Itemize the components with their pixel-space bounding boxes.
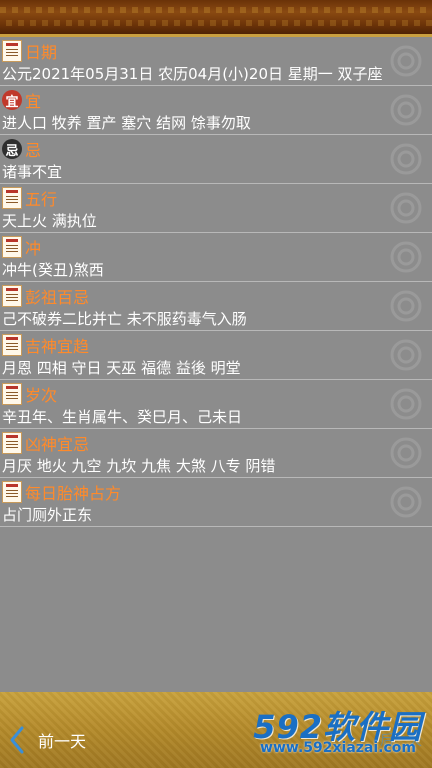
row-title: 彭祖百忌 — [25, 288, 90, 307]
cloud-pattern-icon — [390, 94, 422, 126]
list-item-date: 日期 公元2021年05月31日 农历04月(小)20日 星期一 双子座 — [0, 37, 432, 86]
list-item-xiongshen: 凶神宜忌 月厌 地火 九空 九坎 九焦 大煞 八专 阴错 — [0, 429, 432, 478]
list-item-suici: 岁次 辛丑年、生肖属牛、癸巳月、己未日 — [0, 380, 432, 429]
list-item-chong: 冲 冲牛(癸丑)煞西 — [0, 233, 432, 282]
book-icon — [2, 285, 22, 307]
list-item-taishen: 每日胎神占方 占门厕外正东 — [0, 478, 432, 527]
list-item-wuxing: 五行 天上火 满执位 — [0, 184, 432, 233]
row-title: 宜 — [25, 92, 42, 111]
prev-day-button[interactable]: 前一天 — [8, 722, 86, 758]
cloud-pattern-icon — [390, 241, 422, 273]
top-banner — [0, 0, 432, 37]
list-item-ji: 忌 忌 诸事不宜 — [0, 135, 432, 184]
book-icon — [2, 481, 22, 503]
row-content: 己不破券二比并亡 未不服药毒气入肠 — [2, 310, 247, 328]
row-title: 忌 — [25, 141, 42, 160]
list-item-jishen: 吉神宜趋 月恩 四相 守日 天巫 福德 益後 明堂 — [0, 331, 432, 380]
cloud-pattern-icon — [390, 339, 422, 371]
row-title: 日期 — [25, 43, 58, 62]
book-icon — [2, 40, 22, 62]
yi-icon: 宜 — [2, 90, 22, 110]
row-title: 凶神宜忌 — [25, 435, 90, 454]
row-title: 岁次 — [25, 386, 58, 405]
book-icon — [2, 187, 22, 209]
row-content: 冲牛(癸丑)煞西 — [2, 261, 104, 279]
cloud-pattern-icon — [390, 437, 422, 469]
book-icon — [2, 334, 22, 356]
row-title: 五行 — [25, 190, 58, 209]
row-content: 诸事不宜 — [2, 163, 63, 181]
cloud-pattern-icon — [390, 143, 422, 175]
row-content: 进人口 牧养 置产 塞穴 结网 馀事勿取 — [2, 114, 251, 132]
row-content: 辛丑年、生肖属牛、癸巳月、己未日 — [2, 408, 243, 426]
list-item-yi: 宜 宜 进人口 牧养 置产 塞穴 结网 馀事勿取 — [0, 86, 432, 135]
row-title: 吉神宜趋 — [25, 337, 90, 356]
list-item-pengzu: 彭祖百忌 己不破券二比并亡 未不服药毒气入肠 — [0, 282, 432, 331]
row-content: 天上火 满执位 — [2, 212, 97, 230]
cloud-pattern-icon — [390, 192, 422, 224]
cloud-pattern-icon — [390, 388, 422, 420]
ji-icon: 忌 — [2, 139, 22, 159]
cloud-pattern-icon — [390, 290, 422, 322]
cloud-pattern-icon — [390, 45, 422, 77]
book-icon — [2, 236, 22, 258]
row-title: 每日胎神占方 — [25, 484, 122, 503]
row-content: 月厌 地火 九空 九坎 九焦 大煞 八专 阴错 — [2, 457, 276, 475]
next-day-label: 后一天 — [380, 733, 422, 749]
book-icon — [2, 383, 22, 405]
book-icon — [2, 432, 22, 454]
prev-day-label: 前一天 — [38, 732, 87, 751]
almanac-list: 日期 公元2021年05月31日 农历04月(小)20日 星期一 双子座 宜 宜… — [0, 37, 432, 692]
next-day-button[interactable]: 后一天 — [380, 726, 422, 754]
row-content: 月恩 四相 守日 天巫 福德 益後 明堂 — [2, 359, 241, 377]
row-title: 冲 — [25, 239, 42, 258]
chevron-left-icon — [10, 726, 24, 754]
cloud-pattern-icon — [390, 486, 422, 518]
row-content: 公元2021年05月31日 农历04月(小)20日 星期一 双子座 — [2, 65, 383, 83]
row-content: 占门厕外正东 — [2, 506, 93, 524]
